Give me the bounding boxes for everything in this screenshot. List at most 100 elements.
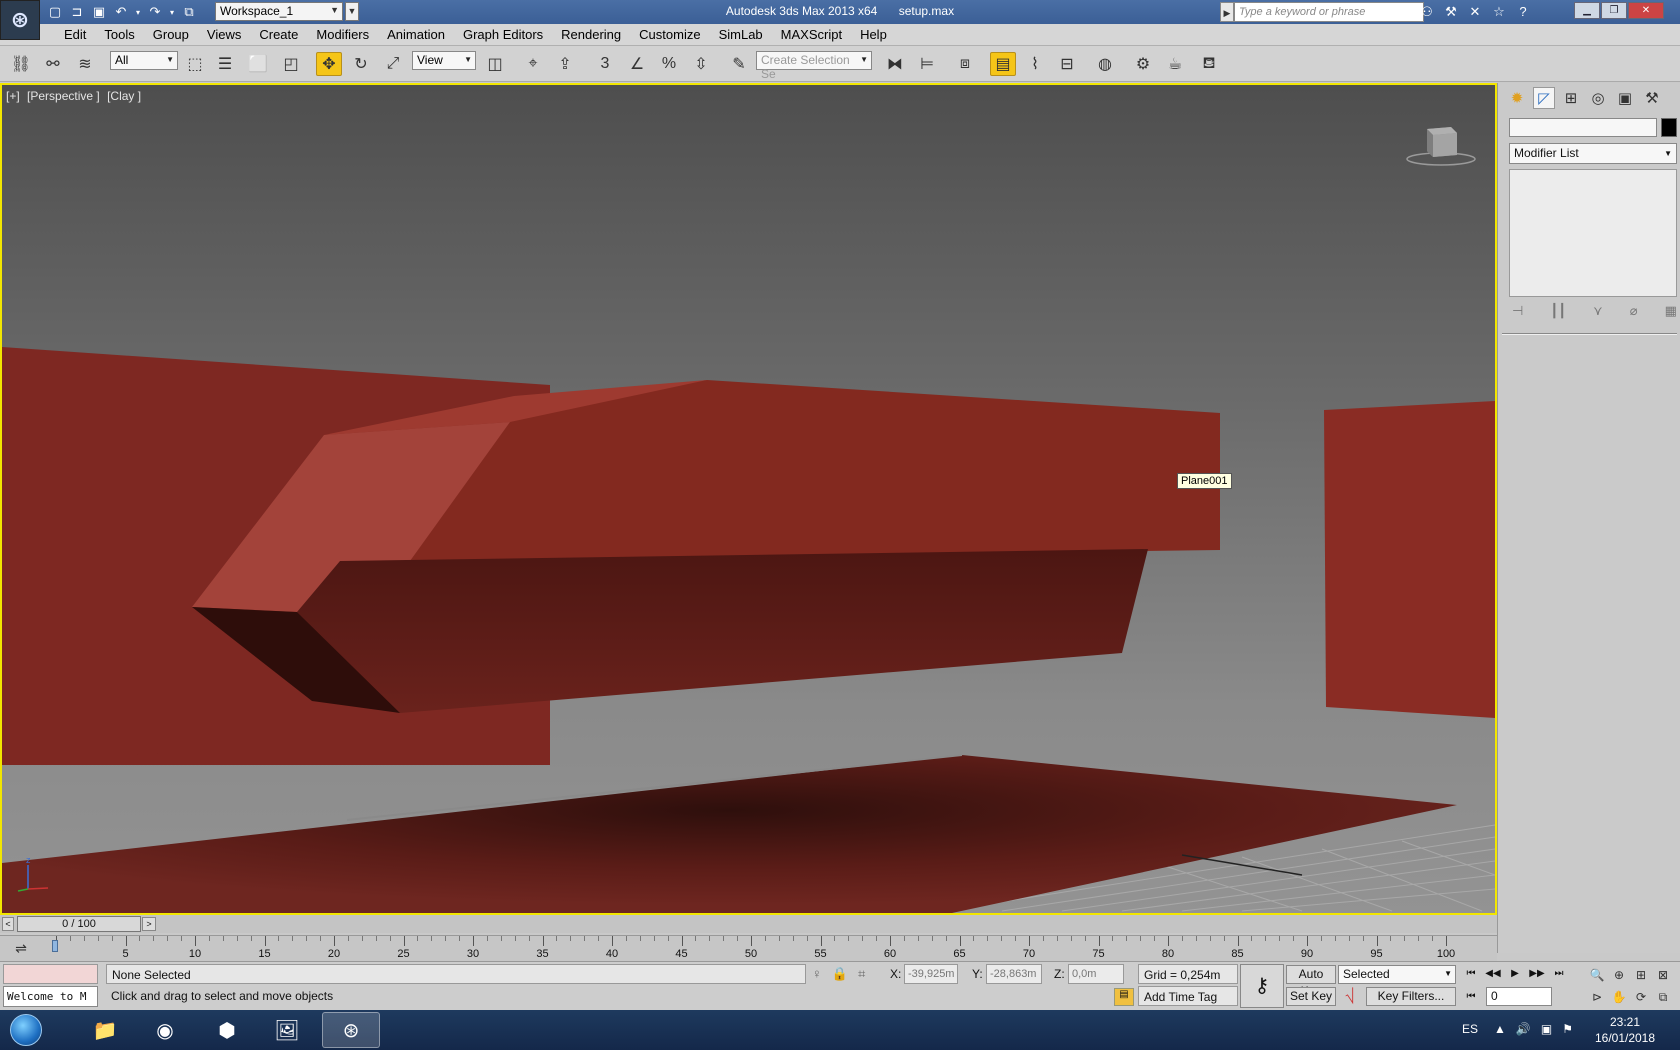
- current-frame-spinner[interactable]: 0: [1486, 987, 1552, 1006]
- maxscript-mini-listener-input[interactable]: Welcome to M: [3, 986, 98, 1007]
- workspace-dropdown[interactable]: Workspace_1 ▼: [215, 2, 343, 21]
- layer-manager-icon[interactable]: ⧈: [952, 52, 978, 76]
- auto-key-button[interactable]: Auto Key: [1286, 965, 1336, 998]
- create-icon[interactable]: ✹: [1506, 87, 1528, 109]
- next-frame-icon[interactable]: ▶▶: [1528, 966, 1546, 982]
- angle-snap-icon[interactable]: ∠: [624, 52, 650, 76]
- manipulate-icon[interactable]: ⌖: [520, 52, 546, 76]
- rendered-frame-window-icon[interactable]: ☕: [1162, 52, 1188, 76]
- previous-frame-icon[interactable]: ◀◀: [1484, 966, 1502, 982]
- zoom-icon[interactable]: 🔍: [1588, 966, 1606, 984]
- start-button[interactable]: [4, 1012, 48, 1048]
- menu-edit[interactable]: Edit: [56, 27, 96, 42]
- named-selection-set-dropdown[interactable]: Create Selection Se ▼: [756, 51, 872, 81]
- modifier-list-dropdown[interactable]: Modifier List ▼: [1509, 143, 1677, 164]
- snaps-toggle-icon[interactable]: 3: [592, 52, 618, 76]
- show-end-result-icon[interactable]: ┃┃: [1550, 303, 1566, 319]
- menu-group[interactable]: Group: [145, 27, 199, 42]
- percent-snap-icon[interactable]: %: [656, 52, 682, 76]
- menu-rendering[interactable]: Rendering: [553, 27, 631, 42]
- key-mode-toggle-icon[interactable]: ⏮: [1462, 989, 1480, 1005]
- edit-named-selection-icon[interactable]: ✎: [726, 52, 752, 76]
- close-button[interactable]: ✕: [1628, 2, 1664, 19]
- undo-icon[interactable]: ↶: [112, 3, 130, 21]
- unlink-icon[interactable]: ⚯: [40, 52, 66, 76]
- exchange-icon[interactable]: ✕: [1466, 3, 1484, 21]
- select-and-move-icon[interactable]: ✥: [316, 52, 342, 76]
- configure-modifier-sets-icon[interactable]: ▦: [1665, 303, 1677, 319]
- time-slider-next-button[interactable]: >: [142, 917, 156, 931]
- 3d-app-icon[interactable]: ⬢: [198, 1012, 256, 1048]
- search-input[interactable]: Type a keyword or phrase: [1234, 2, 1424, 22]
- spinner-snap-icon[interactable]: ⇳: [688, 52, 714, 76]
- isolate-selection-icon[interactable]: ♀: [812, 966, 822, 982]
- time-slider-thumb[interactable]: 0 / 100: [17, 916, 141, 932]
- set-key-button[interactable]: Set Key: [1286, 987, 1336, 1006]
- minimize-button[interactable]: ▁: [1574, 2, 1600, 19]
- object-color-swatch[interactable]: [1661, 118, 1677, 137]
- star-icon[interactable]: ☆: [1490, 3, 1508, 21]
- binoculars-icon[interactable]: ⚇: [1418, 3, 1436, 21]
- remove-modifier-icon[interactable]: ⌀: [1630, 303, 1638, 319]
- maximize-button[interactable]: ❐: [1601, 2, 1627, 19]
- redo-dropdown-icon[interactable]: ▾: [168, 3, 176, 21]
- help-icon[interactable]: ?: [1514, 3, 1532, 21]
- viewcube[interactable]: [1405, 119, 1477, 169]
- zoom-extents-icon[interactable]: ⊞: [1632, 966, 1650, 984]
- zoom-extents-all-icon[interactable]: ⊠: [1654, 966, 1672, 984]
- pan-view-icon[interactable]: ✋: [1610, 988, 1628, 1006]
- track-bar[interactable]: ⇌ 5 10 15 20 25 30 35 40 45 50 55 60 65 70 75 80 85 90 95 1…: [0, 935, 1497, 961]
- set-keys-key-icon[interactable]: ⚷: [1240, 964, 1284, 1008]
- firefox-icon[interactable]: ◉: [136, 1012, 194, 1048]
- render-production-icon[interactable]: ⛾: [1196, 52, 1222, 76]
- schematic-view-icon[interactable]: ⊟: [1054, 52, 1080, 76]
- menu-simlab[interactable]: SimLab: [711, 27, 773, 42]
- utilities-icon[interactable]: ⚒: [1641, 87, 1663, 109]
- link-icon[interactable]: ⛓: [8, 52, 34, 76]
- menu-create[interactable]: Create: [251, 27, 308, 42]
- zoom-all-icon[interactable]: ⊕: [1610, 966, 1628, 984]
- show-hidden-icons-icon[interactable]: ▲: [1494, 1022, 1506, 1036]
- menu-help[interactable]: Help: [852, 27, 897, 42]
- object-name-input[interactable]: [1509, 118, 1657, 137]
- hierarchy-icon[interactable]: ⊞: [1560, 87, 1582, 109]
- display-icon[interactable]: ▣: [1614, 87, 1636, 109]
- go-to-start-icon[interactable]: ⏮: [1462, 966, 1480, 982]
- keyboard-shortcut-override-icon[interactable]: ⇪: [552, 52, 578, 76]
- x-coordinate-field[interactable]: -39,925m: [904, 964, 958, 984]
- search-expand-icon[interactable]: ▶: [1220, 2, 1234, 22]
- pin-stack-icon[interactable]: ⊣: [1512, 303, 1523, 319]
- default-tangent-icon[interactable]: ⎷: [1338, 987, 1362, 1006]
- time-slider[interactable]: < 0 / 100 >: [0, 915, 1497, 933]
- selection-filter-dropdown[interactable]: All ▼: [110, 51, 178, 70]
- add-time-tag[interactable]: Add Time Tag: [1138, 986, 1238, 1006]
- undo-dropdown-icon[interactable]: ▾: [134, 3, 142, 21]
- track-bar-ruler[interactable]: 5 10 15 20 25 30 35 40 45 50 55 60 65 70 75 80 85 90 95 100: [56, 936, 1455, 962]
- curve-editor-icon[interactable]: ⌇: [1022, 52, 1048, 76]
- image-viewer-icon[interactable]: 🖼: [258, 1012, 316, 1048]
- open-mini-curve-editor-icon[interactable]: ⇌: [10, 940, 32, 958]
- absolute-offset-mode-icon[interactable]: ⌗: [858, 966, 865, 982]
- motion-icon[interactable]: ◎: [1587, 87, 1609, 109]
- redo-icon[interactable]: ↷: [146, 3, 164, 21]
- time-slider-prev-button[interactable]: <: [2, 917, 14, 931]
- menu-views[interactable]: Views: [199, 27, 251, 42]
- select-object-icon[interactable]: ⬚: [182, 52, 208, 76]
- orbit-icon[interactable]: ⟳: [1632, 988, 1650, 1006]
- file-explorer-icon[interactable]: 📁: [76, 1012, 134, 1048]
- open-file-icon[interactable]: ⊐: [68, 3, 86, 21]
- current-frame-marker[interactable]: [52, 940, 58, 952]
- render-setup-icon[interactable]: ⚙: [1130, 52, 1156, 76]
- z-coordinate-field[interactable]: 0,0m: [1068, 964, 1124, 984]
- save-icon[interactable]: ▣: [90, 3, 108, 21]
- graphite-ribbon-icon[interactable]: ▤: [990, 52, 1016, 76]
- modifier-stack[interactable]: [1509, 169, 1677, 297]
- material-editor-icon[interactable]: ◍: [1092, 52, 1118, 76]
- bind-space-warp-icon[interactable]: ≋: [72, 52, 98, 76]
- menu-tools[interactable]: Tools: [96, 27, 144, 42]
- window-crossing-icon[interactable]: ◰: [278, 52, 304, 76]
- y-coordinate-field[interactable]: -28,863m: [986, 964, 1042, 984]
- app-logo-menu-button[interactable]: ⊛: [0, 0, 40, 40]
- new-file-icon[interactable]: ▢: [46, 3, 64, 21]
- go-to-end-icon[interactable]: ⏭: [1550, 966, 1568, 982]
